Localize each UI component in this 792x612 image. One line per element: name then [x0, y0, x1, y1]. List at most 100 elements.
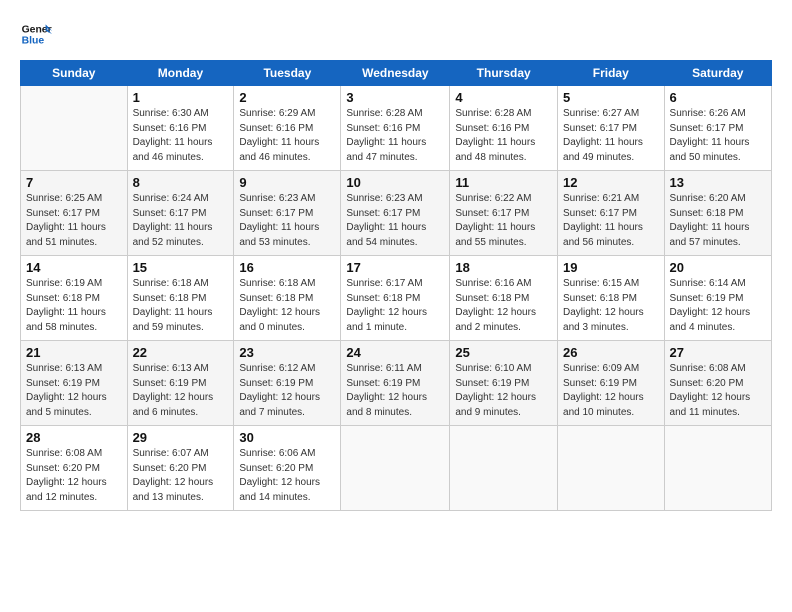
day-info: Sunrise: 6:15 AM Sunset: 6:18 PM Dayligh… [563, 277, 659, 335]
weekday-header-thursday: Thursday [450, 61, 558, 86]
day-number: 22 [133, 345, 229, 360]
day-number: 24 [346, 345, 444, 360]
day-number: 10 [346, 175, 444, 190]
day-number: 18 [455, 260, 552, 275]
day-info: Sunrise: 6:23 AM Sunset: 6:17 PM Dayligh… [346, 192, 444, 250]
day-info: Sunrise: 6:18 AM Sunset: 6:18 PM Dayligh… [239, 277, 335, 335]
day-number: 15 [133, 260, 229, 275]
weekday-header-friday: Friday [558, 61, 665, 86]
day-number: 8 [133, 175, 229, 190]
day-info: Sunrise: 6:10 AM Sunset: 6:19 PM Dayligh… [455, 362, 552, 420]
calendar-cell: 12 Sunrise: 6:21 AM Sunset: 6:17 PM Dayli… [558, 171, 665, 256]
week-row-2: 7 Sunrise: 6:25 AM Sunset: 6:17 PM Daylig… [21, 171, 772, 256]
day-number: 27 [670, 345, 766, 360]
calendar-cell: 2 Sunrise: 6:29 AM Sunset: 6:16 PM Daylig… [234, 86, 341, 171]
week-row-3: 14 Sunrise: 6:19 AM Sunset: 6:18 PM Dayli… [21, 256, 772, 341]
week-row-1: 1 Sunrise: 6:30 AM Sunset: 6:16 PM Daylig… [21, 86, 772, 171]
day-info: Sunrise: 6:12 AM Sunset: 6:19 PM Dayligh… [239, 362, 335, 420]
day-number: 29 [133, 430, 229, 445]
day-number: 4 [455, 90, 552, 105]
day-number: 13 [670, 175, 766, 190]
day-number: 6 [670, 90, 766, 105]
day-number: 30 [239, 430, 335, 445]
calendar-cell: 19Sunrise: 6:15 AM Sunset: 6:18 PM Dayli… [558, 256, 665, 341]
day-info: Sunrise: 6:29 AM Sunset: 6:16 PM Dayligh… [239, 107, 335, 165]
day-info: Sunrise: 6:13 AM Sunset: 6:19 PM Dayligh… [26, 362, 122, 420]
day-number: 25 [455, 345, 552, 360]
day-number: 20 [670, 260, 766, 275]
day-number: 28 [26, 430, 122, 445]
calendar-cell: 20 Sunrise: 6:14 AM Sunset: 6:19 PM Dayli… [664, 256, 771, 341]
calendar-cell: 16 Sunrise: 6:18 AM Sunset: 6:18 PM Dayli… [234, 256, 341, 341]
calendar-cell: 10 Sunrise: 6:23 AM Sunset: 6:17 PM Dayli… [341, 171, 450, 256]
day-info: Sunrise: 6:08 AM Sunset: 6:20 PM Dayligh… [670, 362, 766, 420]
calendar-cell: 28 Sunrise: 6:08 AM Sunset: 6:20 PM Dayli… [21, 426, 128, 511]
day-number: 26 [563, 345, 659, 360]
calendar-cell: 3 Sunrise: 6:28 AM Sunset: 6:16 PM Daylig… [341, 86, 450, 171]
calendar-cell [450, 426, 558, 511]
day-number: 23 [239, 345, 335, 360]
day-info: Sunrise: 6:11 AM Sunset: 6:19 PM Dayligh… [346, 362, 444, 420]
weekday-header-saturday: Saturday [664, 61, 771, 86]
calendar-cell: 7 Sunrise: 6:25 AM Sunset: 6:17 PM Daylig… [21, 171, 128, 256]
weekday-header-tuesday: Tuesday [234, 61, 341, 86]
calendar-cell: 17 Sunrise: 6:17 AM Sunset: 6:18 PM Dayli… [341, 256, 450, 341]
day-info: Sunrise: 6:21 AM Sunset: 6:17 PM Dayligh… [563, 192, 659, 250]
day-info: Sunrise: 6:17 AM Sunset: 6:18 PM Dayligh… [346, 277, 444, 335]
day-info: Sunrise: 6:07 AM Sunset: 6:20 PM Dayligh… [133, 447, 229, 505]
day-info: Sunrise: 6:27 AM Sunset: 6:17 PM Dayligh… [563, 107, 659, 165]
day-info: Sunrise: 6:08 AM Sunset: 6:20 PM Dayligh… [26, 447, 122, 505]
day-info: Sunrise: 6:06 AM Sunset: 6:20 PM Dayligh… [239, 447, 335, 505]
calendar-cell: 11 Sunrise: 6:22 AM Sunset: 6:17 PM Dayli… [450, 171, 558, 256]
calendar-cell: 8 Sunrise: 6:24 AM Sunset: 6:17 PM Daylig… [127, 171, 234, 256]
calendar-cell [341, 426, 450, 511]
day-info: Sunrise: 6:16 AM Sunset: 6:18 PM Dayligh… [455, 277, 552, 335]
day-number: 2 [239, 90, 335, 105]
calendar-cell: 14 Sunrise: 6:19 AM Sunset: 6:18 PM Dayli… [21, 256, 128, 341]
day-info: Sunrise: 6:13 AM Sunset: 6:19 PM Dayligh… [133, 362, 229, 420]
day-number: 14 [26, 260, 122, 275]
calendar-cell: 22 Sunrise: 6:13 AM Sunset: 6:19 PM Dayli… [127, 341, 234, 426]
day-number: 9 [239, 175, 335, 190]
day-number: 21 [26, 345, 122, 360]
day-info: Sunrise: 6:09 AM Sunset: 6:19 PM Dayligh… [563, 362, 659, 420]
day-info: Sunrise: 6:22 AM Sunset: 6:17 PM Dayligh… [455, 192, 552, 250]
day-number: 7 [26, 175, 122, 190]
week-row-5: 28 Sunrise: 6:08 AM Sunset: 6:20 PM Dayli… [21, 426, 772, 511]
calendar-cell: 27 Sunrise: 6:08 AM Sunset: 6:20 PM Dayli… [664, 341, 771, 426]
header: General Blue [20, 18, 772, 50]
day-number: 3 [346, 90, 444, 105]
day-info: Sunrise: 6:30 AM Sunset: 6:16 PM Dayligh… [133, 107, 229, 165]
calendar-cell: 15 Sunrise: 6:18 AM Sunset: 6:18 PM Dayli… [127, 256, 234, 341]
calendar-cell [558, 426, 665, 511]
day-number: 17 [346, 260, 444, 275]
calendar-cell: 6 Sunrise: 6:26 AM Sunset: 6:17 PM Daylig… [664, 86, 771, 171]
calendar-cell: 30 Sunrise: 6:06 AM Sunset: 6:20 PM Dayli… [234, 426, 341, 511]
calendar-cell [664, 426, 771, 511]
day-info: Sunrise: 6:26 AM Sunset: 6:17 PM Dayligh… [670, 107, 766, 165]
calendar-cell: 23 Sunrise: 6:12 AM Sunset: 6:19 PM Dayli… [234, 341, 341, 426]
day-number: 12 [563, 175, 659, 190]
calendar-cell: 1 Sunrise: 6:30 AM Sunset: 6:16 PM Daylig… [127, 86, 234, 171]
day-info: Sunrise: 6:14 AM Sunset: 6:19 PM Dayligh… [670, 277, 766, 335]
calendar-cell: 29 Sunrise: 6:07 AM Sunset: 6:20 PM Dayli… [127, 426, 234, 511]
day-info: Sunrise: 6:18 AM Sunset: 6:18 PM Dayligh… [133, 277, 229, 335]
weekday-header-row: SundayMondayTuesdayWednesdayThursdayFrid… [21, 61, 772, 86]
calendar-cell: 25 Sunrise: 6:10 AM Sunset: 6:19 PM Dayli… [450, 341, 558, 426]
weekday-header-wednesday: Wednesday [341, 61, 450, 86]
day-info: Sunrise: 6:24 AM Sunset: 6:17 PM Dayligh… [133, 192, 229, 250]
calendar-cell: 4 Sunrise: 6:28 AM Sunset: 6:16 PM Daylig… [450, 86, 558, 171]
day-number: 11 [455, 175, 552, 190]
day-number: 1 [133, 90, 229, 105]
day-info: Sunrise: 6:25 AM Sunset: 6:17 PM Dayligh… [26, 192, 122, 250]
calendar-cell: 9 Sunrise: 6:23 AM Sunset: 6:17 PM Daylig… [234, 171, 341, 256]
day-info: Sunrise: 6:19 AM Sunset: 6:18 PM Dayligh… [26, 277, 122, 335]
calendar-cell: 13Sunrise: 6:20 AM Sunset: 6:18 PM Dayli… [664, 171, 771, 256]
day-info: Sunrise: 6:28 AM Sunset: 6:16 PM Dayligh… [455, 107, 552, 165]
day-info: Sunrise: 6:23 AM Sunset: 6:17 PM Dayligh… [239, 192, 335, 250]
logo-icon: General Blue [20, 18, 52, 50]
day-info: Sunrise: 6:28 AM Sunset: 6:16 PM Dayligh… [346, 107, 444, 165]
calendar-cell: 5Sunrise: 6:27 AM Sunset: 6:17 PM Daylig… [558, 86, 665, 171]
calendar-cell [21, 86, 128, 171]
day-number: 16 [239, 260, 335, 275]
